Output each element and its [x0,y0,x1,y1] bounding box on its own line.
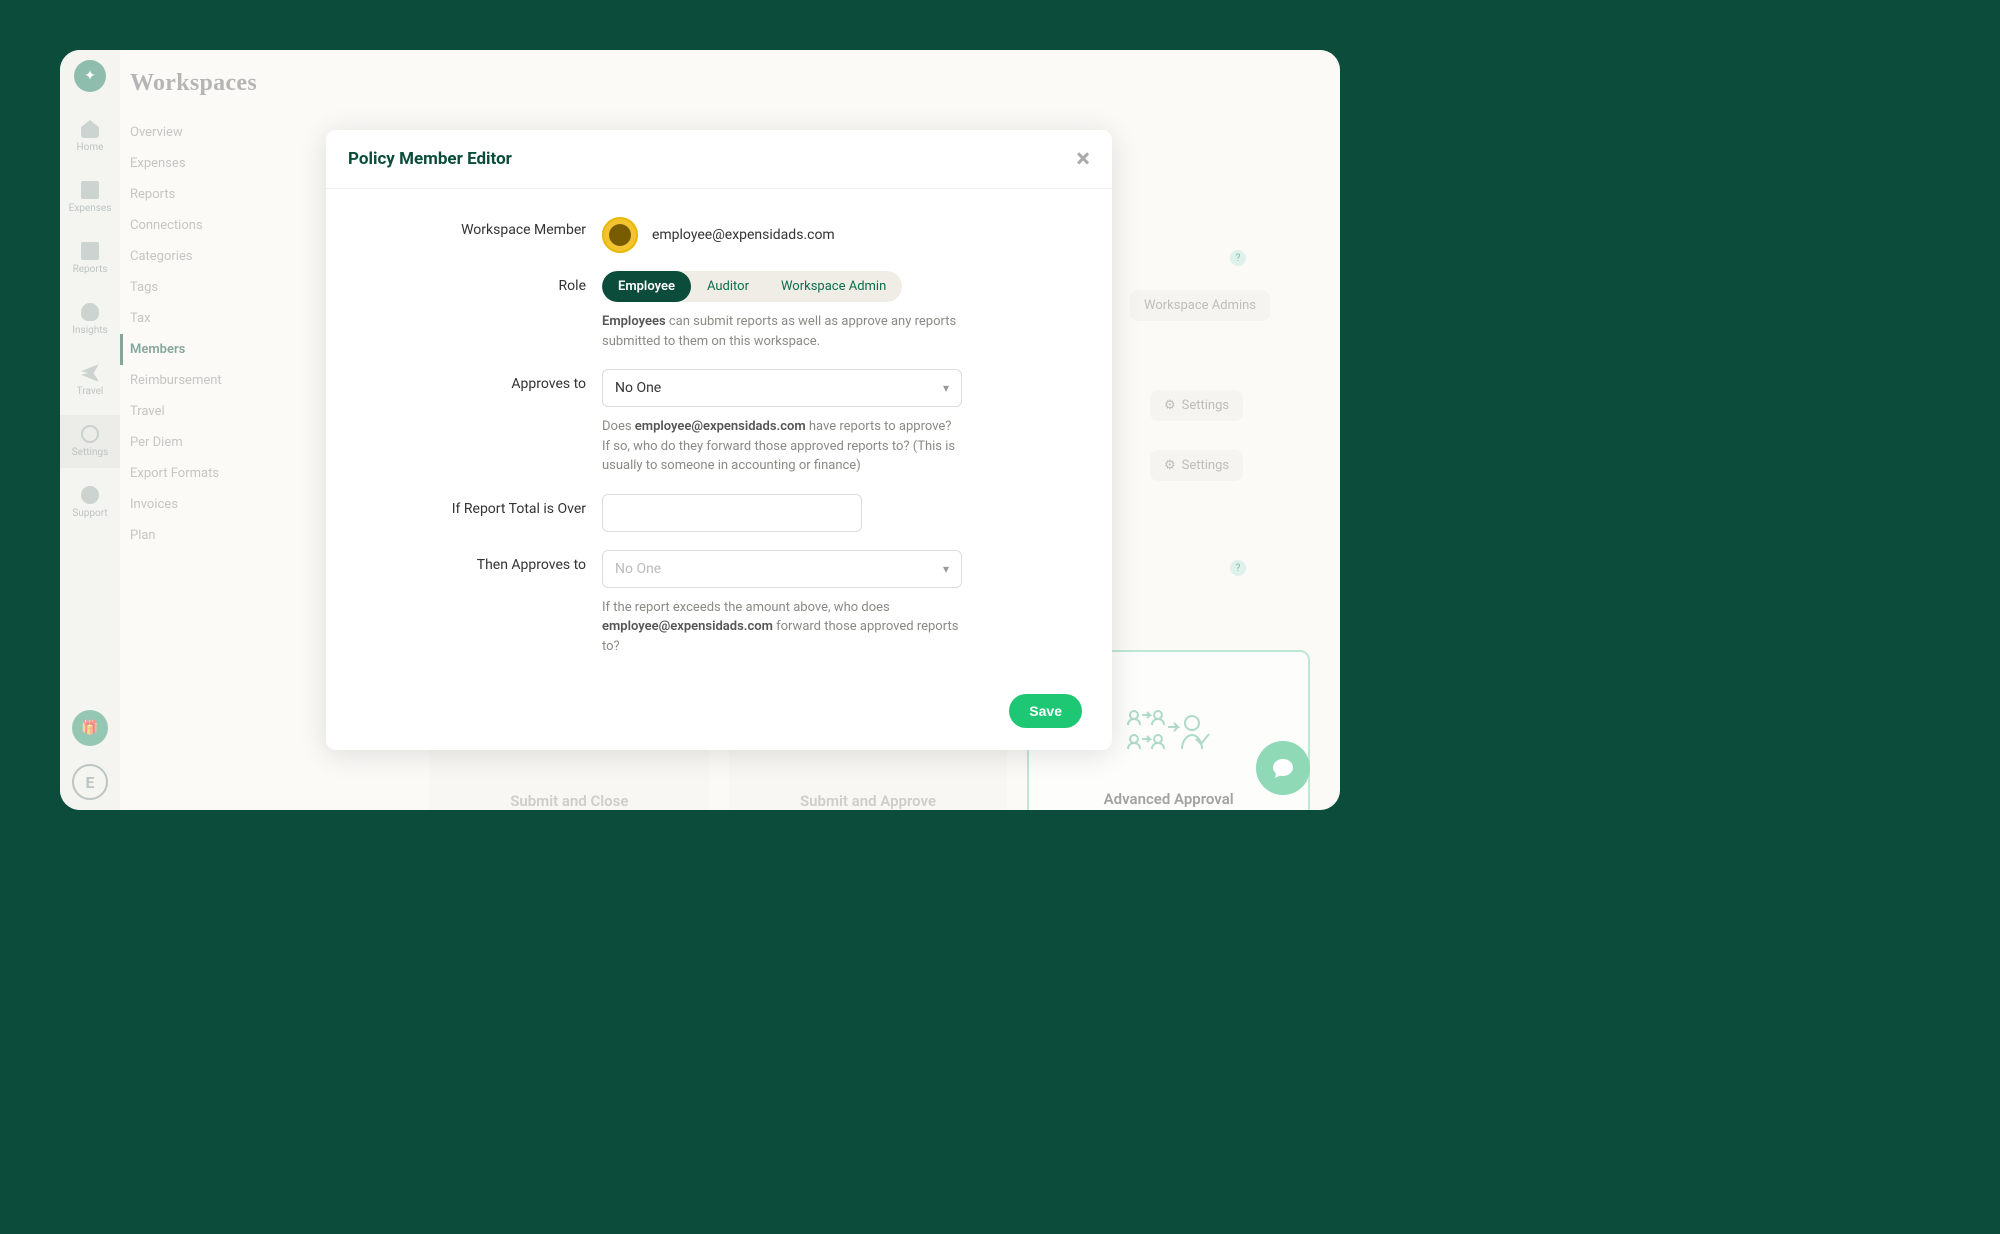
modal-header: Policy Member Editor × [326,130,1112,189]
threshold-label: If Report Total is Over [356,494,602,517]
role-label: Role [356,271,602,294]
chat-fab[interactable] [1256,741,1310,795]
member-label: Workspace Member [356,215,602,238]
chevron-down-icon: ▾ [943,562,949,576]
policy-member-editor-modal: Policy Member Editor × Workspace Member … [326,130,1112,750]
threshold-input[interactable] [602,494,862,532]
then-approves-select[interactable]: No One ▾ [602,550,962,588]
approves-label: Approves to [356,369,602,392]
then-label: Then Approves to [356,550,602,573]
approves-to-select[interactable]: No One ▾ [602,369,962,407]
avatar [602,217,638,253]
member-email: employee@expensidads.com [652,227,835,243]
chat-icon [1271,756,1295,780]
chevron-down-icon: ▾ [943,381,949,395]
close-icon[interactable]: × [1076,146,1090,172]
save-button[interactable]: Save [1009,694,1082,728]
then-help: If the report exceeds the amount above, … [602,598,962,657]
role-help: Employees can submit reports as well as … [602,312,962,351]
role-admin[interactable]: Workspace Admin [765,271,902,302]
select-value: No One [615,380,661,396]
app-frame: ✦ Home Expenses Reports Insights Travel … [60,50,1340,810]
role-auditor[interactable]: Auditor [691,271,765,302]
modal-title: Policy Member Editor [348,149,512,169]
select-value: No One [615,561,661,577]
role-selector: Employee Auditor Workspace Admin [602,271,902,302]
approves-help: Does employee@expensidads.com have repor… [602,417,962,476]
role-employee[interactable]: Employee [602,271,691,302]
